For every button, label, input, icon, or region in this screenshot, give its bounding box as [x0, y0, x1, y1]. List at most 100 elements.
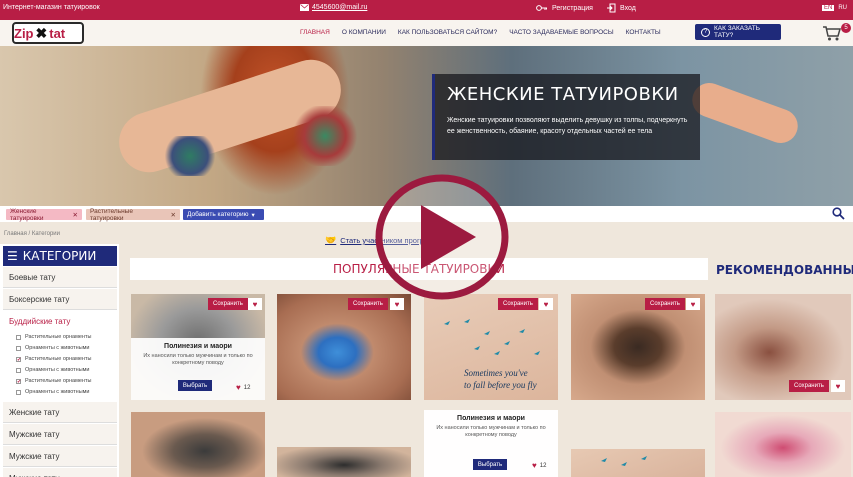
- checkbox-checked[interactable]: ✔: [16, 356, 21, 362]
- subcategory-item[interactable]: ✔ Растительные орнаменты: [16, 378, 91, 384]
- heart-icon[interactable]: ♥: [686, 298, 700, 310]
- checkbox[interactable]: [16, 389, 21, 395]
- hero-title: ЖЕНСКИЕ ТАТУИРОВКИ: [447, 84, 679, 105]
- lang-en[interactable]: EN: [822, 5, 835, 11]
- add-category-dropdown[interactable]: Добавить категорию ▾: [183, 209, 264, 220]
- hero-photo-tattoo: [160, 136, 220, 176]
- category-item-active[interactable]: Буддийские тату: [3, 311, 117, 332]
- heart-icon[interactable]: ♥: [248, 298, 262, 310]
- checkbox[interactable]: [16, 345, 21, 351]
- tattoo-card[interactable]: Sometimes you've to fall before you fly С…: [424, 294, 558, 400]
- birds-tattoo-icon: Sometimes you've to fall before you fly: [444, 319, 540, 390]
- card-title: Полинезия и маори: [164, 343, 232, 350]
- likes-count: ♥ 12: [532, 461, 547, 470]
- svg-text:Sometimes you've: Sometimes you've: [464, 368, 528, 378]
- category-item[interactable]: Женские тату: [3, 402, 117, 423]
- login-label: Вход: [620, 4, 636, 12]
- checkbox-checked[interactable]: ✔: [16, 378, 21, 384]
- category-item[interactable]: Боевые тату: [3, 267, 117, 288]
- subcategory-item[interactable]: Орнаменты с животными: [16, 389, 90, 395]
- login-link[interactable]: Вход: [606, 3, 636, 13]
- language-switcher: EN RU: [822, 5, 847, 11]
- category-item[interactable]: Боксерские тату: [3, 289, 117, 310]
- logo-emblem-icon: ✖: [35, 24, 48, 41]
- tattoo-card[interactable]: Сохранить ♥ Полинезия и маори Их наносил…: [131, 294, 265, 400]
- video-play-icon[interactable]: [373, 173, 511, 301]
- save-button[interactable]: Сохранить: [789, 380, 829, 392]
- category-item[interactable]: Мужские тату: [3, 446, 117, 467]
- tattoo-card[interactable]: [131, 412, 265, 477]
- site-logo[interactable]: Zip ✖ tat: [12, 22, 84, 44]
- card-description: Их наносили только мужчинам и только по …: [143, 353, 253, 366]
- lang-ru[interactable]: RU: [838, 5, 847, 11]
- top-bar: Интернет-магазин татуировок 4545600@mail…: [0, 0, 853, 20]
- email-text: 4545600@mail.ru: [312, 4, 368, 11]
- hero-text-box: ЖЕНСКИЕ ТАТУИРОВКИ Женские татуировки по…: [432, 74, 700, 160]
- menu-item-about[interactable]: О КОМПАНИИ: [342, 29, 386, 36]
- close-icon[interactable]: ✕: [73, 211, 78, 219]
- heart-icon[interactable]: ♥: [831, 380, 845, 392]
- register-label: Регистрация: [552, 4, 593, 12]
- handshake-icon: 🤝: [325, 235, 337, 245]
- hero-photo-hand: [687, 78, 803, 148]
- filter-chip-women[interactable]: Женские татуировки ✕: [6, 207, 82, 222]
- hero-description: Женские татуировки позволяют выделить де…: [447, 117, 688, 135]
- cart-count-badge: 5: [841, 23, 851, 33]
- tattoo-card[interactable]: [571, 449, 705, 477]
- login-icon: [607, 3, 616, 13]
- filter-chip-floral[interactable]: Растительные татуировки ✕: [86, 207, 180, 222]
- heart-icon[interactable]: ♥: [539, 298, 553, 310]
- cart-icon: [823, 26, 841, 41]
- tattoo-card[interactable]: Сохранить ♥: [571, 294, 705, 400]
- choose-button[interactable]: Выбрать: [178, 380, 212, 391]
- question-icon: ?: [701, 27, 710, 37]
- menu-item-howto[interactable]: КАК ПОЛЬЗОВАТЬСЯ САЙТОМ?: [398, 29, 497, 36]
- menu-icon: ☰: [7, 249, 18, 263]
- how-to-order-button[interactable]: ? КАК ЗАКАЗАТЬ ТАТУ?: [695, 24, 781, 40]
- categories-title: КАТЕГОРИИ: [22, 249, 97, 263]
- checkbox[interactable]: [16, 367, 21, 373]
- recommended-card[interactable]: [715, 412, 851, 477]
- categories-header: ☰ КАТЕГОРИИ: [3, 246, 117, 266]
- register-link[interactable]: Регистрация: [536, 3, 593, 13]
- svg-text:to fall before you fly: to fall before you fly: [464, 380, 537, 390]
- menu-item-home[interactable]: ГЛАВНАЯ: [300, 29, 330, 36]
- choose-button[interactable]: Выбрать: [473, 459, 507, 470]
- menu: ГЛАВНАЯ О КОМПАНИИ КАК ПОЛЬЗОВАТЬСЯ САЙТ…: [300, 29, 661, 36]
- checkbox[interactable]: [16, 334, 21, 340]
- subcategory-item[interactable]: Орнаменты с животными: [16, 367, 90, 373]
- menu-item-contacts[interactable]: КОНТАКТЫ: [626, 29, 661, 36]
- tattoo-card[interactable]: [277, 447, 411, 477]
- cart-button[interactable]: 5: [822, 23, 851, 46]
- chip-label: Растительные татуировки: [90, 207, 133, 222]
- tattoo-card[interactable]: Полинезия и маори Их наносили только муж…: [424, 410, 558, 477]
- chip-label: Женские татуировки: [10, 207, 44, 222]
- tattoo-image: [571, 294, 705, 400]
- tattoo-image: [277, 447, 411, 477]
- subcategory-item[interactable]: Растительные орнаменты: [16, 334, 91, 340]
- card-description: Их наносили только мужчинам и только по …: [436, 425, 546, 438]
- heart-icon: ♥: [532, 461, 537, 470]
- tattoo-card[interactable]: Сохранить ♥: [277, 294, 411, 400]
- recommended-title: РЕКОМЕНДОВАННЫЕ: [716, 263, 853, 277]
- heart-icon: ♥: [236, 383, 241, 392]
- category-item[interactable]: Мужские тату: [3, 468, 117, 477]
- close-icon[interactable]: ✕: [171, 211, 176, 219]
- subcategory-item[interactable]: Орнаменты с животными: [16, 345, 90, 351]
- recommended-card[interactable]: Сохранить ♥: [715, 294, 851, 400]
- breadcrumb[interactable]: Главная / Категории: [4, 231, 60, 237]
- key-icon: [536, 5, 547, 11]
- birds-tattoo-icon: [601, 456, 647, 466]
- category-item[interactable]: Мужские тату: [3, 424, 117, 445]
- search-icon[interactable]: [832, 207, 845, 220]
- chevron-down-icon: ▾: [251, 211, 255, 219]
- subcategory-item[interactable]: ✔ Растительные орнаменты: [16, 356, 91, 362]
- chip-label: Добавить категорию: [187, 211, 249, 218]
- order-label: КАК ЗАКАЗАТЬ ТАТУ?: [713, 25, 760, 39]
- save-button[interactable]: Сохранить: [645, 298, 685, 310]
- save-button[interactable]: Сохранить: [208, 298, 248, 310]
- shop-name: Интернет-магазин татуировок: [3, 4, 100, 11]
- email-link[interactable]: 4545600@mail.ru: [300, 4, 367, 11]
- menu-item-faq[interactable]: ЧАСТО ЗАДАВАЕМЫЕ ВОПРОСЫ: [509, 29, 613, 36]
- card-title: Полинезия и маори: [457, 415, 525, 422]
